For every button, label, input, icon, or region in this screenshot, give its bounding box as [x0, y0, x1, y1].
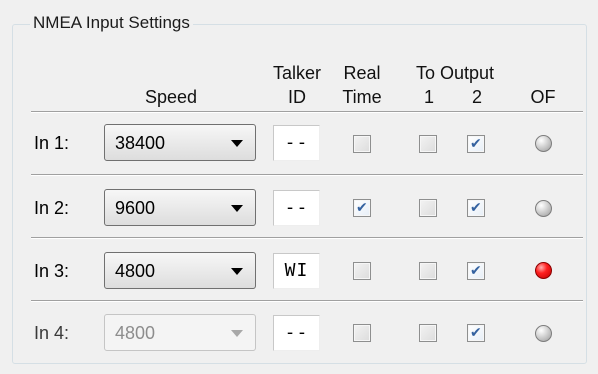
header-talker-line2: ID: [288, 87, 306, 107]
row-separator: [31, 237, 583, 239]
header-output-1: 1: [423, 87, 434, 107]
row-separator: [31, 111, 583, 113]
speed-select[interactable]: 38400: [104, 124, 256, 161]
header-realtime-line1: Real: [343, 63, 381, 83]
output-2-checkbox[interactable]: ✔: [467, 262, 485, 280]
header-talker-line1: Talker: [272, 63, 321, 83]
talker-id-field[interactable]: --: [273, 315, 320, 351]
output-1-checkbox[interactable]: [419, 135, 437, 153]
output-1-checkbox[interactable]: [419, 199, 437, 217]
header-speed: Speed: [144, 87, 198, 107]
row-label: In 1:: [34, 133, 70, 153]
real-time-checkbox[interactable]: ✔: [353, 199, 371, 217]
checkmark-icon: ✔: [470, 136, 482, 152]
speed-value: 4800: [115, 261, 156, 281]
chevron-down-icon: [231, 205, 243, 212]
speed-value: 38400: [115, 133, 166, 153]
speed-select[interactable]: 9600: [104, 189, 256, 226]
output-1-checkbox[interactable]: [419, 324, 437, 342]
header-of: OF: [530, 87, 556, 107]
talker-id-field[interactable]: --: [273, 190, 320, 226]
row-separator: [31, 300, 583, 302]
of-indicator-led: [535, 262, 552, 279]
header-to-output: To Output: [415, 63, 495, 83]
speed-value: 4800: [115, 323, 156, 343]
output-2-checkbox[interactable]: ✔: [467, 324, 485, 342]
of-indicator-led: [535, 325, 552, 342]
real-time-checkbox[interactable]: [353, 324, 371, 342]
checkmark-icon: ✔: [470, 200, 482, 216]
checkmark-icon: ✔: [470, 325, 482, 341]
row-label: In 2:: [34, 198, 70, 218]
of-indicator-led: [535, 200, 552, 217]
group-title: NMEA Input Settings: [30, 12, 193, 34]
chevron-down-icon: [231, 140, 243, 147]
output-2-checkbox[interactable]: ✔: [467, 135, 485, 153]
talker-id-field[interactable]: WI: [273, 253, 320, 289]
output-1-checkbox[interactable]: [419, 262, 437, 280]
real-time-checkbox[interactable]: [353, 135, 371, 153]
row-label: In 4:: [34, 323, 70, 343]
header-realtime-line2: Time: [342, 87, 382, 107]
speed-value: 9600: [115, 198, 156, 218]
row-separator: [31, 174, 583, 176]
real-time-checkbox[interactable]: [353, 262, 371, 280]
speed-select[interactable]: 4800: [104, 314, 256, 351]
checkmark-icon: ✔: [356, 200, 368, 216]
chevron-down-icon: [231, 330, 243, 337]
output-2-checkbox[interactable]: ✔: [467, 199, 485, 217]
of-indicator-led: [535, 135, 552, 152]
chevron-down-icon: [231, 268, 243, 275]
checkmark-icon: ✔: [470, 263, 482, 279]
row-label: In 3:: [34, 261, 70, 281]
talker-id-field[interactable]: --: [273, 125, 320, 161]
speed-select[interactable]: 4800: [104, 252, 256, 289]
header-output-2: 2: [471, 87, 482, 107]
